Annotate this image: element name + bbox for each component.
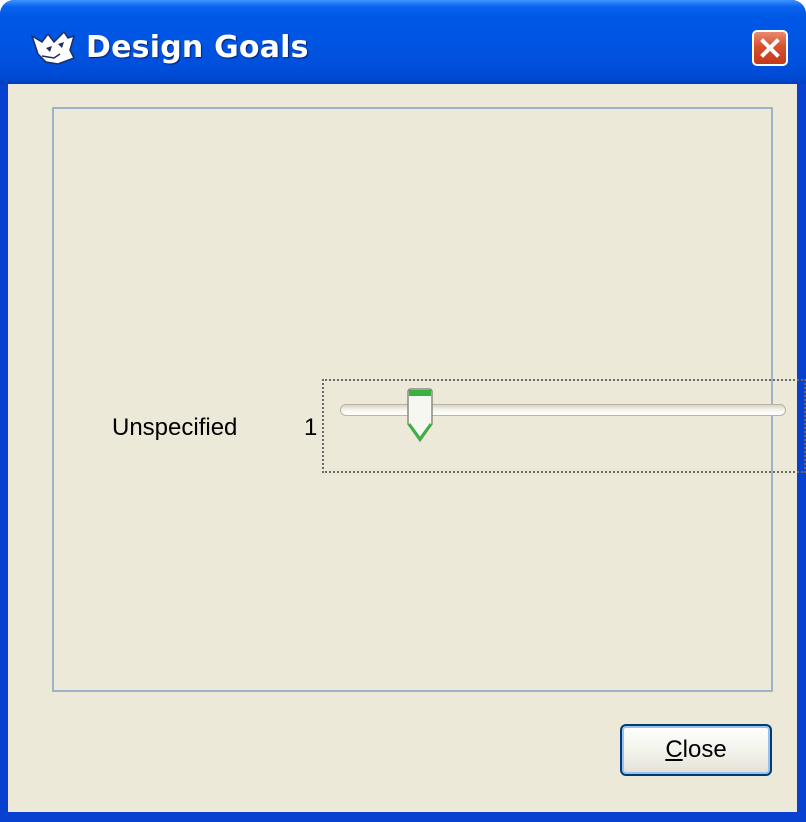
close-button[interactable]: Close <box>620 724 772 776</box>
wolf-logo-icon <box>30 30 76 65</box>
title-bar[interactable]: Design Goals <box>0 0 806 84</box>
goals-panel: Unspecified 1 <box>52 107 806 692</box>
goal-label: Unspecified <box>112 414 238 441</box>
close-x-icon[interactable] <box>752 30 788 66</box>
slider-min-label: 1 <box>304 414 318 441</box>
goal-slider[interactable] <box>322 379 806 473</box>
close-glyph-icon <box>760 38 780 58</box>
slider-thumb[interactable] <box>405 388 435 444</box>
dialog-client-area: Unspecified 1 Close <box>8 84 806 812</box>
design-goals-dialog: Design Goals Unspecified 1 Close <box>0 0 806 822</box>
window-title: Design Goals <box>86 30 309 65</box>
